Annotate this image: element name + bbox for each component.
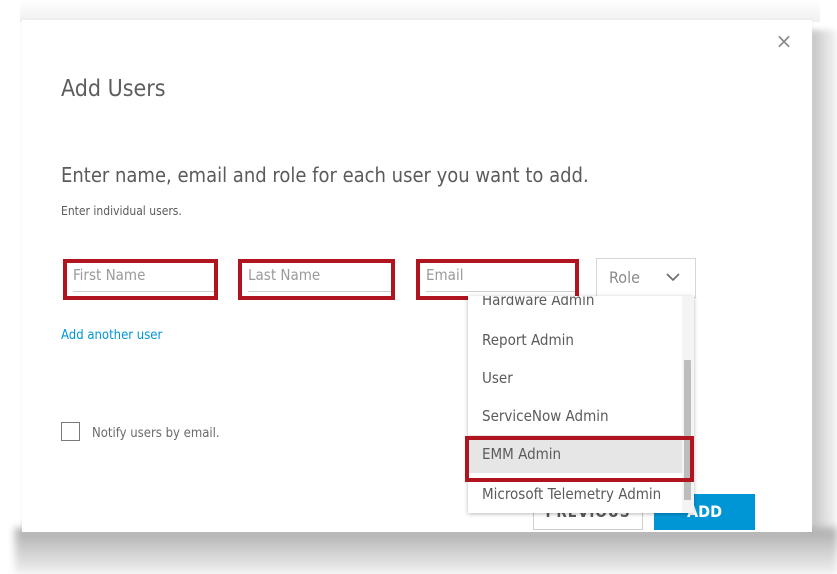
first-name-underline — [73, 291, 214, 292]
last-name-underline — [248, 291, 391, 292]
email-input[interactable] — [420, 258, 575, 291]
role-option-hardware-admin[interactable]: Hardware Admin — [468, 296, 682, 319]
chevron-down-icon — [666, 273, 680, 282]
notify-checkbox-label: Notify users by email. — [92, 426, 220, 441]
close-icon[interactable]: × — [774, 30, 794, 52]
dialog-subtext: Enter individual users. — [61, 204, 182, 218]
last-name-input[interactable] — [242, 258, 391, 291]
dialog-shadow-top — [20, 0, 820, 22]
role-option-user[interactable]: User — [468, 359, 682, 397]
role-select[interactable]: Role — [596, 258, 696, 298]
first-name-field — [63, 258, 218, 300]
add-another-user-link[interactable]: Add another user — [61, 328, 162, 343]
dialog-title: Add Users — [61, 76, 166, 102]
dialog-instructions: Enter name, email and role for each user… — [61, 163, 589, 187]
emm-admin-highlight-box — [465, 436, 694, 482]
role-option-servicenow-admin[interactable]: ServiceNow Admin — [468, 397, 682, 435]
last-name-field — [238, 258, 395, 300]
dialog-shadow-bottom — [15, 528, 837, 574]
role-select-label: Role — [609, 268, 640, 287]
email-underline — [426, 291, 575, 292]
dialog-shadow-right — [810, 30, 837, 550]
first-name-input[interactable] — [67, 258, 214, 291]
email-field — [416, 258, 579, 300]
notify-checkbox[interactable] — [61, 422, 80, 441]
role-option-report-admin[interactable]: Report Admin — [468, 321, 682, 359]
